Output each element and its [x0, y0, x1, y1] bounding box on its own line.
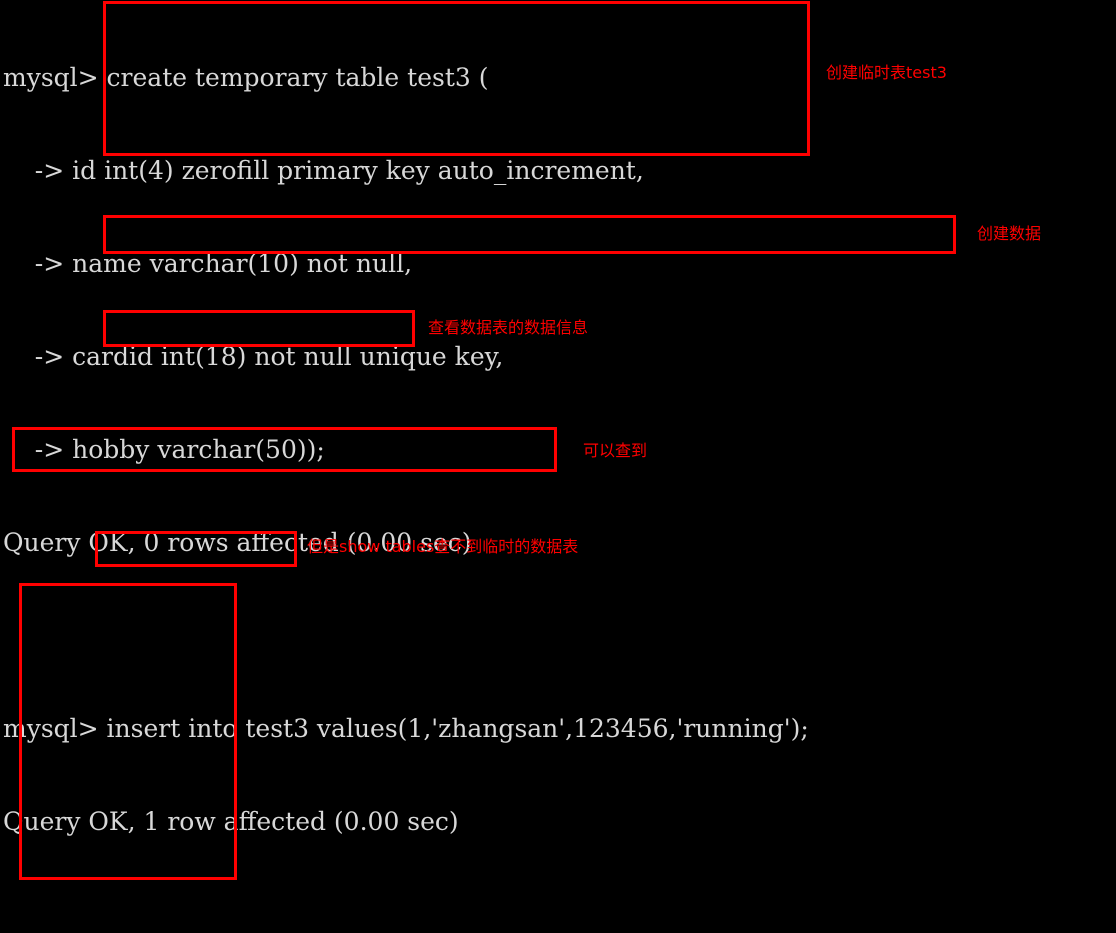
annotation-select-data: 查看数据表的数据信息 — [428, 318, 589, 337]
terminal-line: mysql> insert into test3 values(1,'zhang… — [3, 714, 809, 743]
terminal-screen: mysql> create temporary table test3 ( ->… — [0, 0, 1116, 933]
terminal-line: -> hobby varchar(50)); — [3, 435, 325, 464]
annotation-insert-data: 创建数据 — [977, 224, 1042, 243]
terminal-line: Query OK, 1 row affected (0.00 sec) — [3, 807, 459, 836]
annotation-found-row: 可以查到 — [583, 441, 648, 460]
terminal-line: -> name varchar(10) not null, — [3, 249, 413, 278]
terminal-output[interactable]: mysql> create temporary table test3 ( ->… — [3, 0, 1113, 933]
terminal-line: -> id int(4) zerofill primary key auto_i… — [3, 156, 644, 185]
annotation-show-tables: 但是show tables查不到临时的数据表 — [307, 537, 579, 556]
annotation-create-table: 创建临时表test3 — [826, 63, 947, 82]
terminal-line: -> cardid int(18) not null unique key, — [3, 342, 504, 371]
